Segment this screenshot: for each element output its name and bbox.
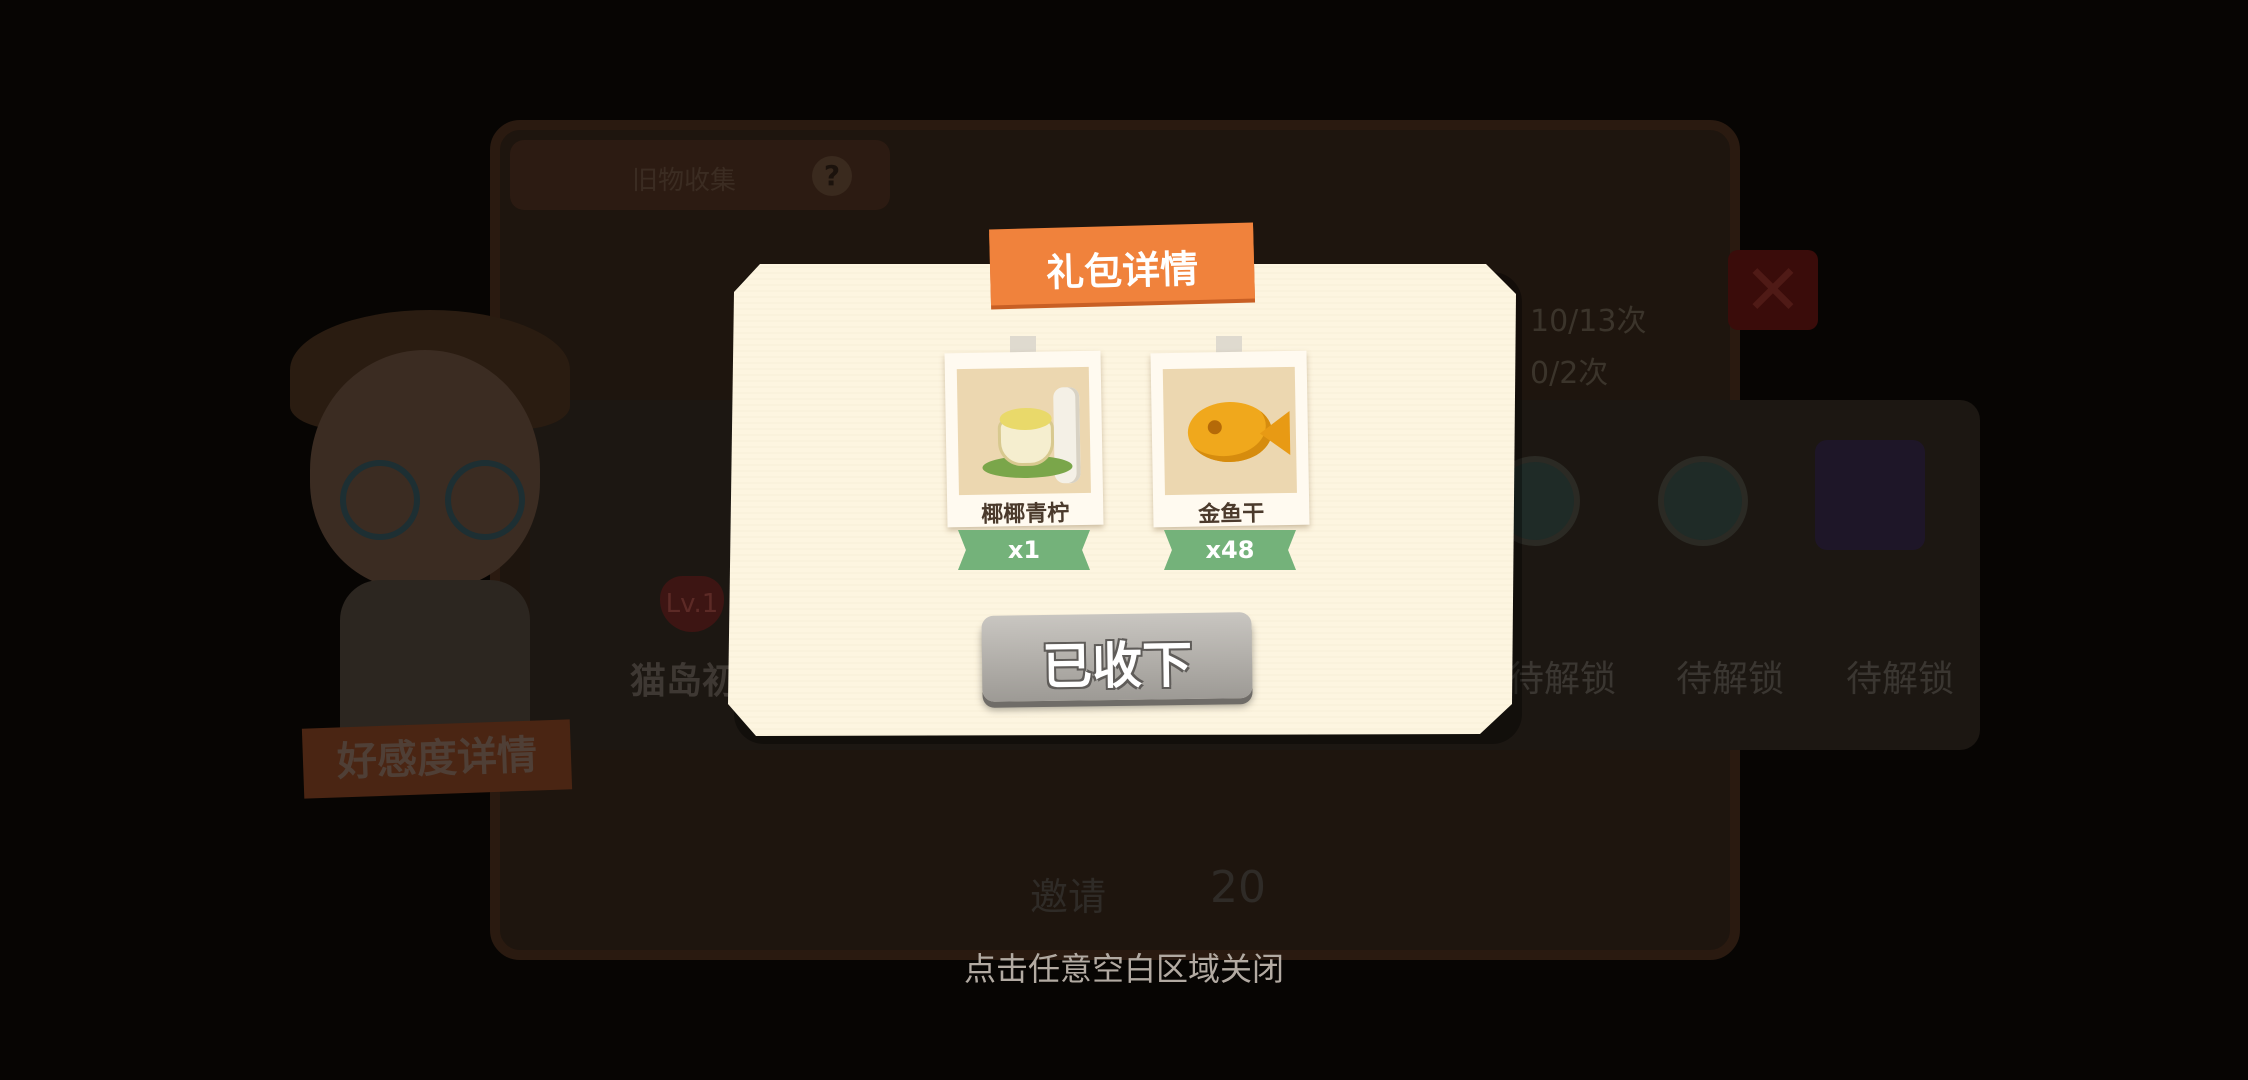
accept-button-label: 已收下 — [1041, 635, 1193, 697]
reward-item-card[interactable]: 椰椰青柠 — [944, 350, 1104, 528]
close-hint: 点击任意空白区域关闭 — [963, 950, 1284, 988]
locked-label: 待解锁 — [1846, 659, 1955, 700]
accept-button[interactable]: 已收下 — [981, 612, 1253, 702]
background-quota-2: 0/2次 — [1530, 356, 1609, 391]
popup-title-banner: 礼包详情 — [989, 222, 1255, 306]
locked-label: 待解锁 — [1676, 659, 1785, 700]
gift-reward-icon — [1658, 456, 1748, 546]
item-name: 椰椰青柠 — [981, 501, 1070, 528]
character-body — [340, 580, 530, 740]
item-name: 金鱼干 — [1198, 501, 1265, 528]
background-header-label: 旧物收集 — [632, 166, 737, 196]
popup-title: 礼包详情 — [1045, 247, 1199, 295]
fish-tail — [1259, 410, 1291, 456]
invite-cost: 20 — [1210, 862, 1266, 913]
close-x-icon: ✕ — [1728, 250, 1818, 330]
coconut-lime-drink-icon — [956, 366, 1091, 496]
golden-fish-icon — [1162, 366, 1297, 496]
item-quantity: x48 — [1205, 536, 1255, 564]
glasses-icon — [340, 460, 420, 540]
mystery-gift-icon — [1815, 440, 1925, 550]
background-quota-1: 10/13次 — [1530, 304, 1647, 339]
reward-item-card[interactable]: 金鱼干 — [1150, 350, 1310, 528]
item-quantity: x1 — [1007, 536, 1041, 564]
glasses-icon — [445, 460, 525, 540]
item-quantity-ribbon: x1 — [958, 530, 1090, 570]
question-icon: ? — [812, 156, 852, 196]
locked-label: 待解锁 — [1508, 659, 1617, 700]
invite-label: 邀请 — [1030, 875, 1107, 919]
character-name: 猫岛初 — [630, 661, 739, 702]
affinity-details-button: 好感度详情 — [301, 719, 573, 799]
character-portrait — [250, 290, 600, 740]
item-quantity-ribbon: x48 — [1164, 530, 1296, 570]
